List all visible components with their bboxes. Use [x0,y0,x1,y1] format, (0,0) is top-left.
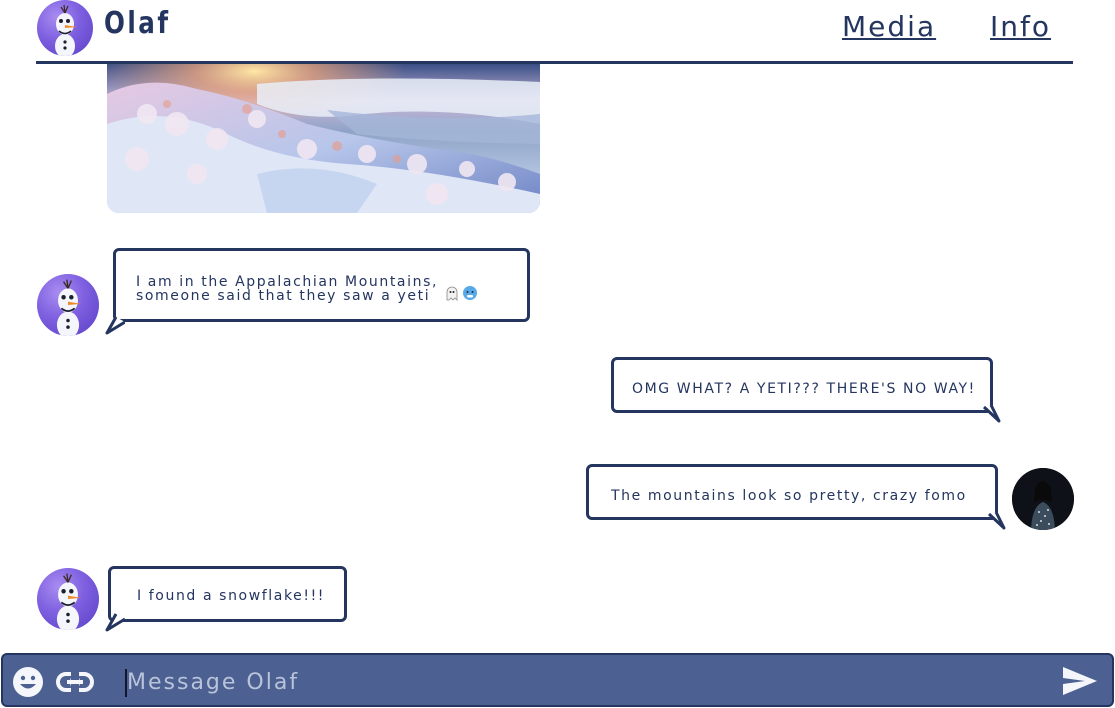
user-photo-icon [1012,468,1074,530]
user-avatar[interactable] [1012,468,1074,530]
nav-media-link[interactable]: Media [842,10,936,43]
bubble-tail [105,316,125,335]
message-bubble-outgoing: The mountains look so pretty, crazy fomo [586,464,998,520]
olaf-icon [55,4,77,56]
contact-name: Olaf [104,6,171,41]
olaf-icon [56,573,82,630]
nav-info-link[interactable]: Info [990,10,1051,43]
message-text: I found a snowflake!!! [137,588,326,604]
snowy-mountain-image [107,64,540,213]
contact-avatar[interactable] [37,568,99,630]
olaf-icon [56,279,82,336]
message-text: I am in the Appalachian Mountains, [136,274,439,290]
message-composer [1,653,1114,707]
contact-avatar[interactable] [37,0,93,56]
message-text: OMG WHAT? A YETI??? THERE'S NO WAY! [632,381,976,397]
link-icon[interactable] [55,665,94,699]
message-text: The mountains look so pretty, crazy fomo [611,488,967,504]
chat-header: Olaf Media Info [36,0,1073,64]
message-bubble-incoming: I am in the Appalachian Mountains, someo… [113,248,530,322]
message-text: someone said that they saw a yeti [136,288,431,304]
bubble-tail [987,511,1006,530]
message-input[interactable] [127,663,1027,701]
message-bubble-outgoing: OMG WHAT? A YETI??? THERE'S NO WAY! [611,357,993,413]
shared-mountain-photo[interactable] [107,64,540,213]
contact-avatar[interactable] [37,274,99,336]
emoji-icon[interactable] [11,665,45,699]
cold-face-emoji-icon [462,285,478,304]
message-bubble-incoming: I found a snowflake!!! [108,566,347,622]
bubble-tail [105,613,125,632]
send-icon[interactable] [1059,664,1097,698]
bubble-tail [982,404,1001,423]
ghost-emoji-icon [444,285,460,304]
